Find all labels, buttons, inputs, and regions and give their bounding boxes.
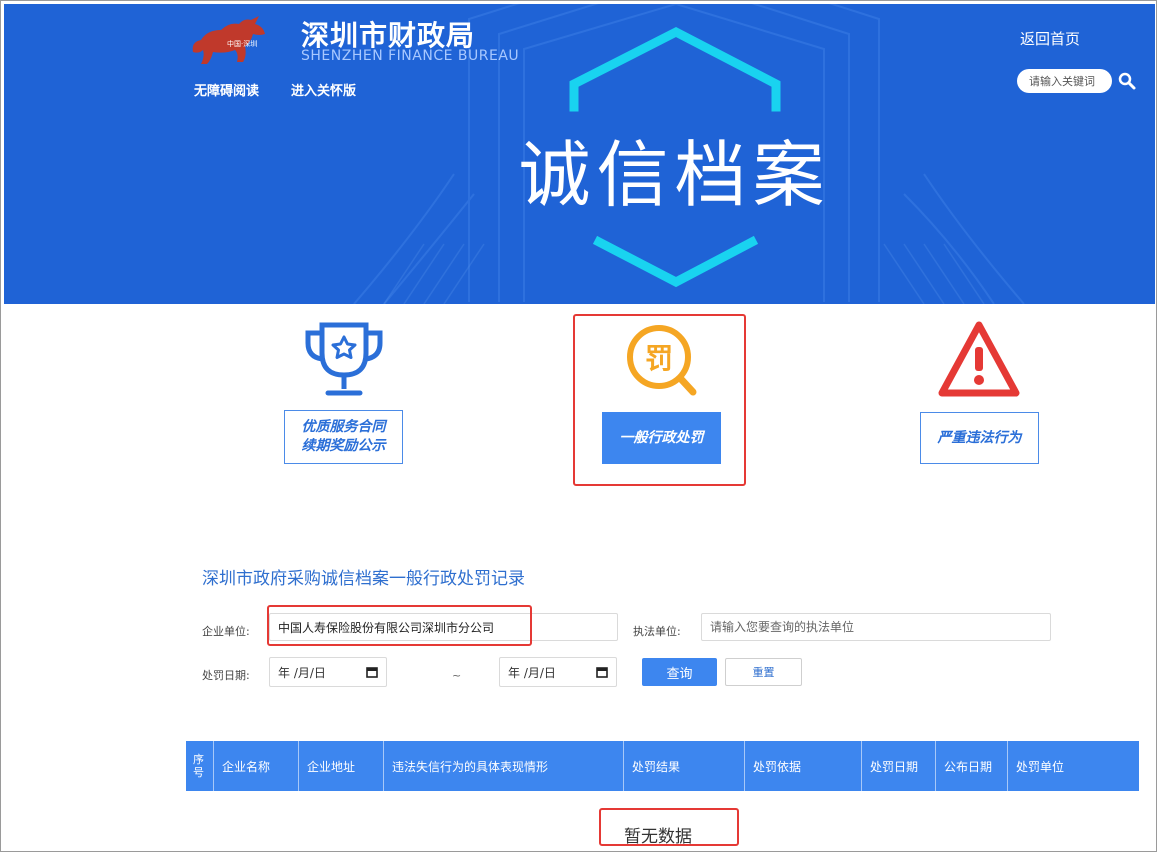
- logo-text: 中国·深圳: [227, 39, 257, 48]
- company-input-highlight: [267, 605, 532, 646]
- category-label-line2: 续期奖励公示: [301, 438, 386, 454]
- agency-input[interactable]: [701, 613, 1051, 641]
- column-header-penalty-basis: 处罚依据: [745, 741, 862, 791]
- care-mode-link[interactable]: 进入关怀版: [291, 80, 356, 99]
- trophy-icon: [305, 322, 383, 396]
- column-header-violation-details: 违法失信行为的具体表现情形: [384, 741, 624, 791]
- site-subtitle: SHENZHEN FINANCE BUREAU: [301, 48, 520, 64]
- page-frame: 中国·深圳 深圳市财政局 SHENZHEN FINANCE BUREAU 无障碍…: [0, 0, 1157, 852]
- column-header-penalty-date: 处罚日期: [862, 741, 936, 791]
- agency-label: 执法单位:: [633, 625, 681, 638]
- active-category-highlight: [573, 314, 746, 486]
- results-table-header: 序号 企业名称 企业地址 违法失信行为的具体表现情形 处罚结果 处罚依据 处罚日…: [186, 741, 1139, 791]
- column-header-company-address: 企业地址: [299, 741, 384, 791]
- section-title: 深圳市政府采购诚信档案一般行政处罚记录: [202, 569, 525, 589]
- bull-logo-icon: 中国·深圳: [192, 16, 265, 64]
- empty-state-highlight: [599, 808, 739, 846]
- column-header-publish-date: 公布日期: [936, 741, 1008, 791]
- date-start-value: 年 /月/日: [278, 665, 326, 680]
- date-end-value: 年 /月/日: [508, 665, 556, 680]
- home-link[interactable]: 返回首页: [1020, 28, 1080, 49]
- category-quality-service-button[interactable]: 优质服务合同 续期奖励公示: [284, 410, 403, 464]
- company-label: 企业单位:: [202, 625, 250, 638]
- date-separator: ~: [452, 669, 462, 682]
- column-header-company-name: 企业名称: [214, 741, 299, 791]
- column-header-index: 序号: [186, 741, 214, 791]
- warning-triangle-icon: [938, 321, 1020, 397]
- date-end-input[interactable]: 年 /月/日: [499, 657, 617, 687]
- reset-button[interactable]: 重置: [725, 658, 802, 686]
- search-input[interactable]: [1017, 69, 1112, 93]
- category-serious-violation-button[interactable]: 严重违法行为: [920, 412, 1039, 464]
- calendar-icon[interactable]: [366, 666, 378, 678]
- date-start-input[interactable]: 年 /月/日: [269, 657, 387, 687]
- category-label-line1: 优质服务合同: [301, 419, 386, 435]
- search-icon[interactable]: [1117, 71, 1137, 91]
- column-header-penalty-agency: 处罚单位: [1016, 759, 1065, 774]
- category-label: 严重违法行为: [937, 429, 1022, 446]
- banner-title: 诚信档案: [518, 133, 831, 217]
- header-banner: 中国·深圳 深圳市财政局 SHENZHEN FINANCE BUREAU 无障碍…: [4, 4, 1155, 304]
- column-header-penalty-result: 处罚结果: [624, 741, 745, 791]
- accessible-reading-link[interactable]: 无障碍阅读: [194, 80, 259, 99]
- calendar-icon[interactable]: [596, 666, 608, 678]
- query-button[interactable]: 查询: [642, 658, 717, 686]
- date-label: 处罚日期:: [202, 669, 250, 682]
